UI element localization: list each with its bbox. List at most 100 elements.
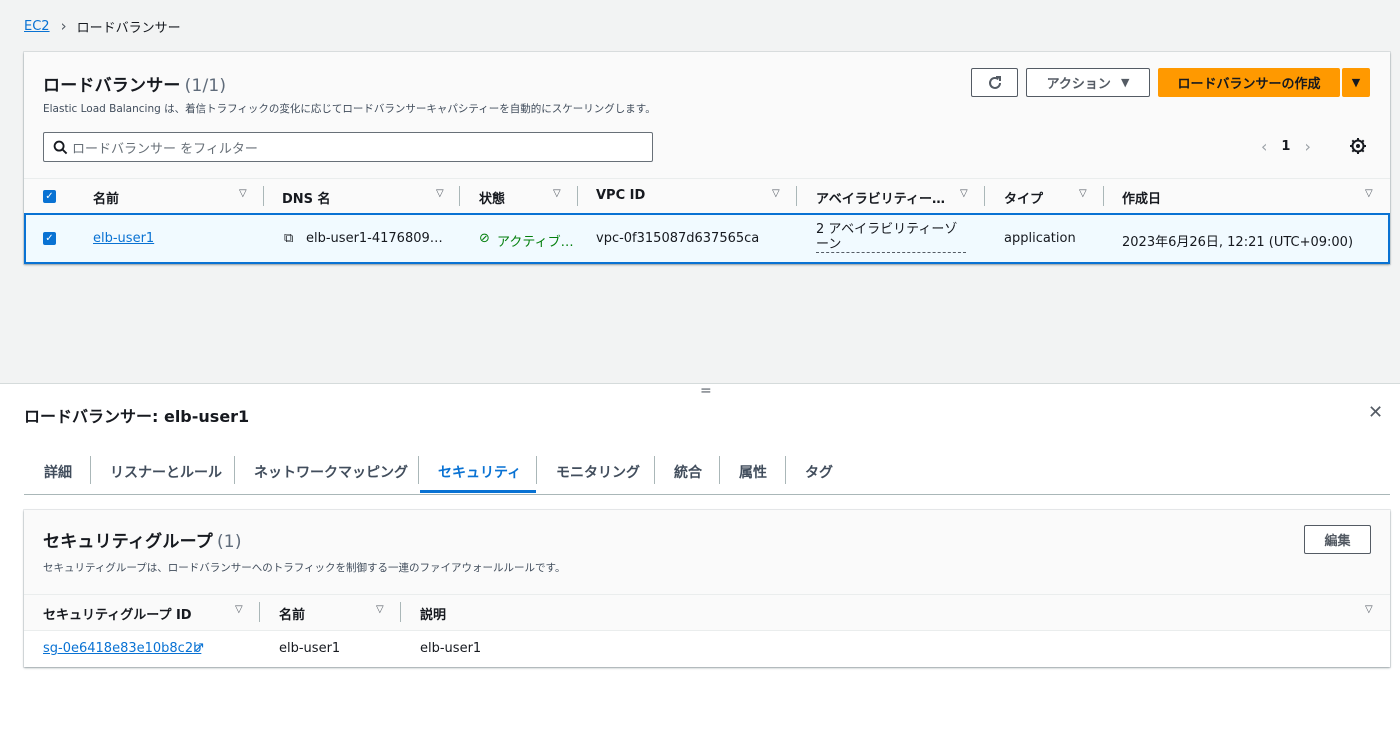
table-title-text: ロードバランサー <box>43 76 181 96</box>
table-row: sg-0e6418e83e10b8c2b ↗ elb-user1 elb-use… <box>24 630 1390 667</box>
tab-divider <box>418 456 419 484</box>
tab-details[interactable]: 詳細 <box>44 450 72 494</box>
resize-handle-icon[interactable]: = <box>700 383 712 399</box>
tab-divider <box>536 456 537 484</box>
refresh-button[interactable] <box>971 68 1018 97</box>
column-created[interactable]: 作成日 <box>1122 188 1161 207</box>
copy-icon[interactable]: ⧉ <box>284 231 293 246</box>
tab-divider <box>234 456 235 484</box>
sg-title: セキュリティグループ (1) <box>43 527 242 552</box>
tab-monitoring[interactable]: モニタリング <box>556 450 640 494</box>
breadcrumb-current: ロードバランサー <box>76 20 181 36</box>
column-sg-name[interactable]: 名前 <box>279 604 305 623</box>
sort-icon[interactable]: ▽ <box>436 188 444 199</box>
sg-table-header: セキュリティグループ ID ▽ 名前 ▽ 説明 ▽ <box>24 594 1390 630</box>
filter-input[interactable]: ロードバランサー をフィルター <box>43 132 653 162</box>
lb-name-link[interactable]: elb-user1 <box>93 231 154 246</box>
load-balancer-table-card: ロードバランサー (1/1) Elastic Load Balancing は、着… <box>24 52 1390 264</box>
tab-integrations[interactable]: 統合 <box>674 450 702 494</box>
column-dns[interactable]: DNS 名 <box>282 188 331 207</box>
tab-divider <box>90 456 91 484</box>
breadcrumb: EC2 › ロードバランサー <box>24 17 181 36</box>
table-description: Elastic Load Balancing は、着信トラフィックの変化に応じて… <box>43 103 656 115</box>
breadcrumb-ec2-link[interactable]: EC2 <box>24 19 50 34</box>
column-divider[interactable] <box>263 186 264 206</box>
list-region: EC2 › ロードバランサー ロードバランサー (1/1) Elastic Loa… <box>0 0 1400 383</box>
table-row[interactable]: ✓ elb-user1 ⧉ elb-user1-4176809… ⊘ アクティブ… <box>24 213 1390 264</box>
sort-icon[interactable]: ▽ <box>376 604 384 615</box>
actions-button[interactable]: アクション ▼ <box>1026 68 1150 97</box>
column-vpc-id[interactable]: VPC ID <box>596 188 645 203</box>
external-link-icon[interactable]: ↗ <box>194 640 205 655</box>
availability-zones-value[interactable]: 2 アベイラビリティーゾ ーン <box>816 222 966 253</box>
sort-icon[interactable]: ▽ <box>235 604 243 615</box>
sort-icon[interactable]: ▽ <box>553 188 561 199</box>
column-divider[interactable] <box>984 186 985 206</box>
az-line-1: 2 アベイラビリティーゾ <box>816 222 958 237</box>
sg-description: セキュリティグループは、ロードバランサーへのトラフィックを制御する一連のファイア… <box>43 562 566 574</box>
detail-title: ロードバランサー: elb-user1 <box>24 407 250 426</box>
sort-icon[interactable]: ▽ <box>1079 188 1087 199</box>
vpc-id-value: vpc-0f315087d637565ca <box>596 231 760 246</box>
edit-label: 編集 <box>1324 534 1351 549</box>
detail-tabs: 詳細 リスナーとルール ネットワークマッピング セキュリティ モニタリング 統合… <box>24 450 1390 495</box>
table-count: (1/1) <box>184 76 227 96</box>
search-icon <box>53 140 68 155</box>
column-state[interactable]: 状態 <box>479 188 505 207</box>
caret-down-icon: ▼ <box>1351 76 1361 89</box>
close-icon[interactable]: ✕ <box>1368 402 1383 423</box>
column-divider[interactable] <box>259 602 260 622</box>
sg-title-text: セキュリティグループ <box>43 532 213 552</box>
page-number[interactable]: 1 <box>1281 139 1290 154</box>
tab-network-mapping[interactable]: ネットワークマッピング <box>254 450 408 494</box>
tab-divider <box>719 456 720 484</box>
column-divider[interactable] <box>459 186 460 206</box>
create-dropdown-button[interactable]: ▼ <box>1342 68 1370 97</box>
tab-divider <box>654 456 655 484</box>
create-label: ロードバランサーの作成 <box>1177 77 1321 92</box>
column-sg-id[interactable]: セキュリティグループ ID <box>43 604 192 623</box>
chevron-right-icon[interactable]: › <box>1304 137 1310 156</box>
create-load-balancer-button[interactable]: ロードバランサーの作成 <box>1158 68 1340 97</box>
sg-description-value: elb-user1 <box>420 641 482 656</box>
caret-down-icon: ▼ <box>1120 76 1130 89</box>
sort-icon[interactable]: ▽ <box>239 188 247 199</box>
column-divider[interactable] <box>400 602 401 622</box>
table-title: ロードバランサー (1/1) <box>43 71 226 96</box>
column-availability[interactable]: アベイラビリティー… <box>816 188 945 207</box>
sort-icon[interactable]: ▽ <box>960 188 968 199</box>
column-sg-description[interactable]: 説明 <box>420 604 446 623</box>
refresh-icon <box>988 75 1001 89</box>
column-divider[interactable] <box>796 186 797 206</box>
sort-icon[interactable]: ▽ <box>772 188 780 199</box>
tab-attributes[interactable]: 属性 <box>739 450 767 494</box>
created-value: 2023年6月26日, 12:21 (UTC+09:00) <box>1122 235 1354 250</box>
status-check-icon: ⊘ <box>479 231 490 246</box>
column-name[interactable]: 名前 <box>93 188 119 207</box>
column-divider[interactable] <box>577 186 578 206</box>
type-value: application <box>1004 231 1076 246</box>
column-divider[interactable] <box>1103 186 1104 206</box>
sort-icon[interactable]: ▽ <box>1365 188 1373 199</box>
detail-panel: ロードバランサー: elb-user1 ✕ 詳細 リスナーとルール ネットワーク… <box>0 383 1400 744</box>
sg-id-link[interactable]: sg-0e6418e83e10b8c2b <box>43 641 201 656</box>
security-groups-card: セキュリティグループ (1) セキュリティグループは、ロードバランサーへのトラフィ… <box>24 510 1390 667</box>
filter-placeholder: ロードバランサー をフィルター <box>72 141 258 157</box>
column-type[interactable]: タイプ <box>1004 188 1043 207</box>
gear-icon[interactable] <box>1349 137 1367 155</box>
edit-button[interactable]: 編集 <box>1304 525 1371 554</box>
tab-tags[interactable]: タグ <box>805 450 833 494</box>
select-all-checkbox-icon[interactable]: ✓ <box>43 190 56 203</box>
chevron-left-icon[interactable]: ‹ <box>1261 137 1267 156</box>
tab-listeners[interactable]: リスナーとルール <box>110 450 222 494</box>
pagination: ‹ 1 › <box>1261 137 1311 156</box>
sort-icon[interactable]: ▽ <box>1365 604 1373 615</box>
row-checkbox-icon[interactable]: ✓ <box>43 232 56 245</box>
table-header: ✓ 名前 ▽ DNS 名 ▽ 状態 ▽ VPC ID ▽ アベイラビリティー… … <box>24 178 1390 212</box>
az-line-2: ーン <box>816 237 842 252</box>
tab-security[interactable]: セキュリティ <box>438 450 521 494</box>
dns-value: elb-user1-4176809… <box>306 231 443 246</box>
sg-count: (1) <box>216 532 242 552</box>
active-tab-indicator <box>420 490 536 493</box>
sg-name-value: elb-user1 <box>279 641 341 656</box>
